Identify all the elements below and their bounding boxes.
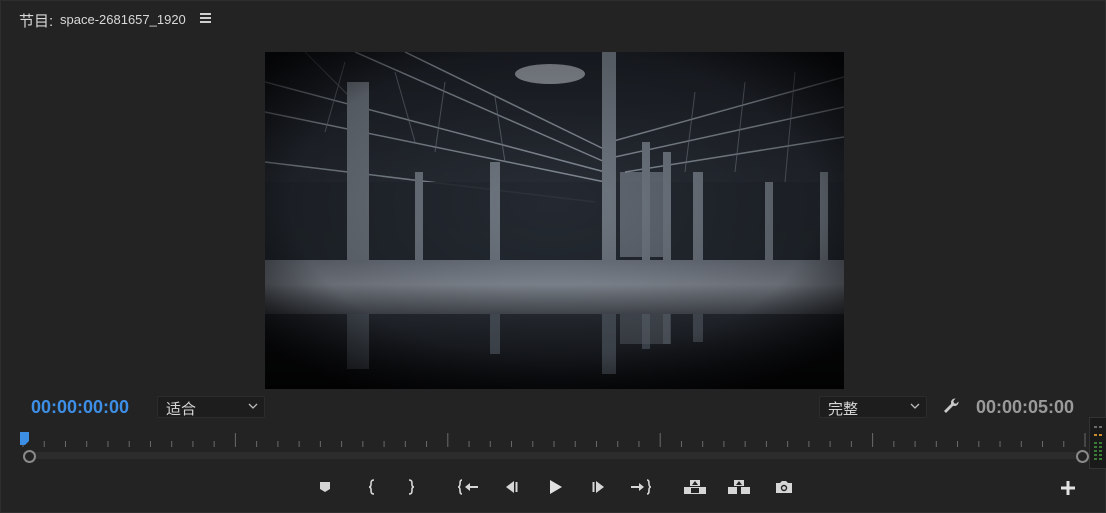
playback-resolution-dropdown[interactable]: 完整 <box>819 396 927 418</box>
lift-icon <box>684 480 706 494</box>
zoom-level-value: 适合 <box>166 401 197 418</box>
audio-meter <box>1089 417 1106 469</box>
panel-title-prefix: 节目: <box>19 13 54 30</box>
marker-icon <box>320 482 330 492</box>
playback-resolution-value: 完整 <box>828 401 859 418</box>
settings-wrench-icon[interactable] <box>941 396 961 416</box>
program-monitor-panel: 节目: space-2681657_1920 00:00:00:00 适合 完整… <box>0 0 1106 513</box>
zoom-scrollbar[interactable] <box>29 452 1083 459</box>
sequence-name[interactable]: space-2681657_1920 <box>60 12 186 27</box>
go-to-in-icon <box>457 479 478 495</box>
hamburger-menu-icon[interactable] <box>200 13 211 23</box>
extract-icon <box>728 480 750 494</box>
video-preview[interactable] <box>265 52 844 389</box>
mark-out-button[interactable] <box>399 475 423 499</box>
current-timecode[interactable]: 00:00:00:00 <box>31 397 129 418</box>
add-marker-button[interactable] <box>313 475 337 499</box>
mark-in-icon <box>368 479 375 495</box>
zoom-scrollbar-right-handle[interactable] <box>1076 450 1089 463</box>
go-to-in-button[interactable] <box>456 475 480 499</box>
button-editor-plus-icon[interactable] <box>1057 477 1079 499</box>
extract-button[interactable] <box>727 475 751 499</box>
step-back-icon <box>506 481 518 493</box>
zoom-level-dropdown[interactable]: 适合 <box>157 396 265 418</box>
zoom-scrollbar-left-handle[interactable] <box>23 450 36 463</box>
go-to-out-button[interactable] <box>629 475 653 499</box>
chevron-down-icon <box>910 403 920 409</box>
play-button[interactable] <box>543 475 567 499</box>
step-forward-button[interactable] <box>587 475 611 499</box>
mark-out-icon <box>408 479 415 495</box>
step-forward-icon <box>592 481 604 493</box>
step-back-button[interactable] <box>499 475 523 499</box>
duration-timecode: 00:00:05:00 <box>976 397 1075 417</box>
export-frame-button[interactable] <box>772 475 796 499</box>
panel-header: 节目: space-2681657_1920 <box>1 1 1105 37</box>
lift-button[interactable] <box>683 475 707 499</box>
go-to-out-icon <box>631 479 652 495</box>
chevron-down-icon <box>248 403 258 409</box>
time-ruler[interactable] <box>21 429 1087 449</box>
mark-in-button[interactable] <box>360 475 384 499</box>
transport-controls <box>1 475 1105 499</box>
play-icon <box>550 480 562 494</box>
playhead[interactable] <box>20 432 31 445</box>
warehouse-frame-image <box>265 52 844 389</box>
camera-icon <box>776 481 792 493</box>
